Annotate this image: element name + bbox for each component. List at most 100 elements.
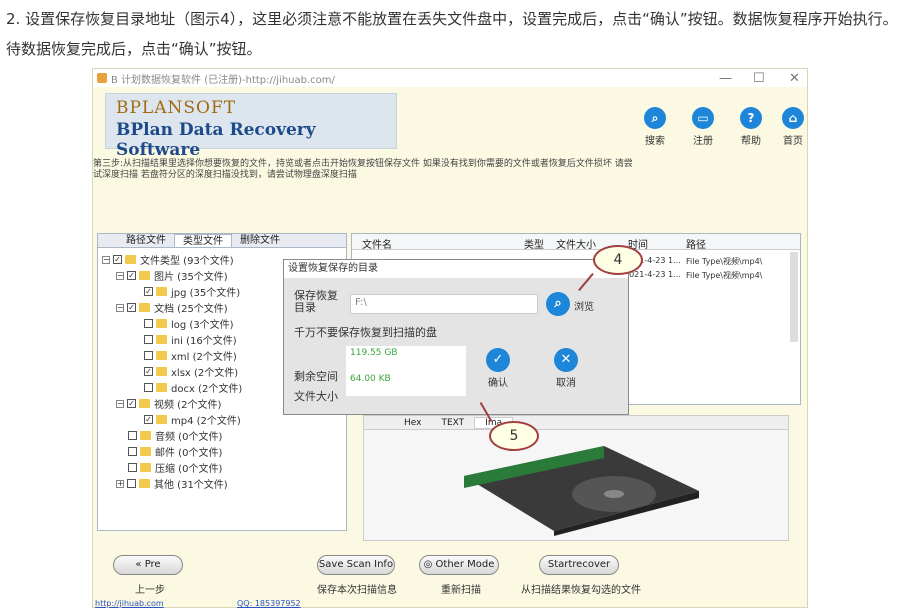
checkbox[interactable]: ✓: [144, 415, 153, 424]
checkbox[interactable]: [128, 447, 137, 456]
checkbox[interactable]: ✓: [127, 399, 136, 408]
restore-dir-dialog: 设置恢复保存的目录 保存恢复目录 F:\ ⌕ 浏览 千万不要保存恢复到扫描的盘 …: [283, 259, 629, 415]
pre-button[interactable]: « Pre: [113, 555, 183, 575]
row-path[interactable]: File Type\视频\mp4\: [686, 256, 762, 267]
callout-5: 5: [489, 421, 539, 451]
tree-node[interactable]: 邮件 (0个文件): [128, 444, 222, 459]
cancel-label[interactable]: 取消: [556, 374, 576, 389]
folder-icon: [156, 415, 167, 424]
cancel-icon[interactable]: ✕: [554, 348, 578, 372]
list-scrollbar[interactable]: [790, 252, 798, 342]
col-size[interactable]: 文件大小: [556, 236, 596, 251]
tree-node[interactable]: ✓ jpg (35个文件): [144, 284, 240, 299]
tree-node[interactable]: − ✓ 文档 (25个文件): [116, 300, 228, 315]
preview-tabs: Hex TEXT Ima: [364, 416, 788, 430]
tree-node[interactable]: 音频 (0个文件): [128, 428, 222, 443]
home-button[interactable]: ⌂ 首页: [773, 107, 813, 147]
folder-icon: [139, 303, 150, 312]
checkbox[interactable]: [144, 383, 153, 392]
expand-icon[interactable]: +: [116, 479, 124, 488]
collapse-icon[interactable]: −: [116, 271, 124, 280]
website-link[interactable]: http://jihuab.com: [95, 599, 164, 608]
other-mode-button[interactable]: ◎ Other Mode: [419, 555, 499, 575]
tree-node[interactable]: docx (2个文件): [144, 380, 242, 395]
tab-deleted-files[interactable]: 删除文件: [232, 234, 288, 247]
collapse-icon[interactable]: −: [116, 399, 124, 408]
confirm-label[interactable]: 确认: [488, 374, 508, 389]
browse-icon[interactable]: ⌕: [546, 292, 570, 316]
callout-4: 4: [593, 245, 643, 275]
checkbox[interactable]: ✓: [127, 271, 136, 280]
checkbox[interactable]: [128, 463, 137, 472]
checkbox[interactable]: ✓: [127, 303, 136, 312]
start-recover-button[interactable]: Startrecover: [539, 555, 619, 575]
tree-node[interactable]: − ✓ 图片 (35个文件): [116, 268, 228, 283]
qq-link[interactable]: QQ: 185397952: [237, 599, 301, 608]
checkbox[interactable]: ✓: [144, 367, 153, 376]
register-button[interactable]: ▭ 注册: [683, 107, 723, 147]
value-box: 119.55 GB 64.00 KB: [346, 346, 466, 396]
folder-icon: [139, 399, 150, 408]
restore-path-input[interactable]: F:\: [350, 294, 538, 314]
bottom-toolbar: « Pre 上一步 Save Scan Info 保存本次扫描信息 ◎ Othe…: [93, 545, 809, 609]
close-button[interactable]: ✕: [789, 71, 800, 86]
tree-node[interactable]: log (3个文件): [144, 316, 234, 331]
back-icon: «: [135, 559, 145, 570]
folder-icon: [156, 383, 167, 392]
row-path[interactable]: File Type\视频\mp4\: [686, 270, 762, 281]
tree-node[interactable]: ✓ xlsx (2个文件): [144, 364, 238, 379]
tree-node[interactable]: − ✓ 视频 (2个文件): [116, 396, 221, 411]
folder-icon: [139, 271, 150, 280]
app-logo: BPLANSOFT BPlan Data Recovery Software: [105, 93, 397, 160]
other-mode-caption: 重新扫描: [441, 585, 481, 596]
tree-node[interactable]: + 其他 (31个文件): [116, 476, 228, 491]
tree-node[interactable]: 压缩 (0个文件): [128, 460, 222, 475]
preview-panel: Hex TEXT Ima: [363, 415, 789, 541]
confirm-icon[interactable]: ✓: [486, 348, 510, 372]
brand-name: BPLANSOFT: [116, 98, 237, 118]
start-recover-caption: 从扫描结果恢复勾选的文件: [521, 585, 641, 596]
tree-node[interactable]: ✓ mp4 (2个文件): [144, 412, 241, 427]
article-instruction: 2. 设置保存恢复目录地址（图示4），这里必须注意不能放置在丢失文件盘中，设置完…: [6, 10, 898, 58]
tree-node[interactable]: xml (2个文件): [144, 348, 237, 363]
tab-text[interactable]: TEXT: [431, 418, 474, 428]
tree-node[interactable]: − ✓ 文件类型 (93个文件): [102, 252, 234, 267]
maximize-button[interactable]: ☐: [753, 71, 765, 86]
minimize-button[interactable]: —: [719, 71, 732, 86]
folder-icon: [156, 367, 167, 376]
checkbox[interactable]: [144, 351, 153, 360]
pre-caption: 上一步: [135, 585, 165, 596]
folder-icon: [156, 335, 167, 344]
col-filename[interactable]: 文件名: [362, 236, 392, 251]
window-title: B 计划数据恢复软件 (已注册)-http://jihuab.com/: [111, 74, 335, 86]
collapse-icon[interactable]: −: [102, 255, 110, 264]
browse-label[interactable]: 浏览: [574, 298, 594, 313]
save-scan-button[interactable]: Save Scan Info: [317, 555, 395, 575]
checkbox[interactable]: [144, 335, 153, 344]
step-instructions: 第三步:从扫描结果里选择你想要恢复的文件，持览或者点击开始恢复按钮保存文件 如果…: [93, 159, 633, 180]
tab-path-files[interactable]: 路径文件: [118, 234, 174, 247]
help-icon: ?: [740, 107, 762, 129]
col-path[interactable]: 路径: [686, 236, 706, 251]
collapse-icon[interactable]: −: [116, 303, 124, 312]
check-circle-icon: ◎: [423, 559, 436, 570]
folder-icon: [156, 287, 167, 296]
tree-node[interactable]: ini (16个文件): [144, 332, 237, 347]
register-label: 注册: [693, 136, 713, 147]
checkbox[interactable]: [144, 319, 153, 328]
checkbox[interactable]: ✓: [113, 255, 122, 264]
dialog-warning: 千万不要保存恢复到扫描的盘: [294, 326, 437, 339]
free-space-label: 剩余空间: [294, 370, 338, 383]
checkbox[interactable]: ✓: [144, 287, 153, 296]
file-size-label: 文件大小: [294, 390, 338, 403]
tab-type-files[interactable]: 类型文件: [174, 234, 232, 247]
checkbox[interactable]: [128, 431, 137, 440]
dir-label: 保存恢复目录: [294, 289, 338, 314]
col-type[interactable]: 类型: [524, 236, 544, 251]
help-button[interactable]: ? 帮助: [731, 107, 771, 147]
app-icon: [97, 73, 107, 83]
tab-hex[interactable]: Hex: [394, 418, 431, 428]
checkbox[interactable]: [127, 479, 136, 488]
search-button[interactable]: ⌕ 搜索: [635, 107, 675, 147]
search-label: 搜索: [645, 136, 665, 147]
